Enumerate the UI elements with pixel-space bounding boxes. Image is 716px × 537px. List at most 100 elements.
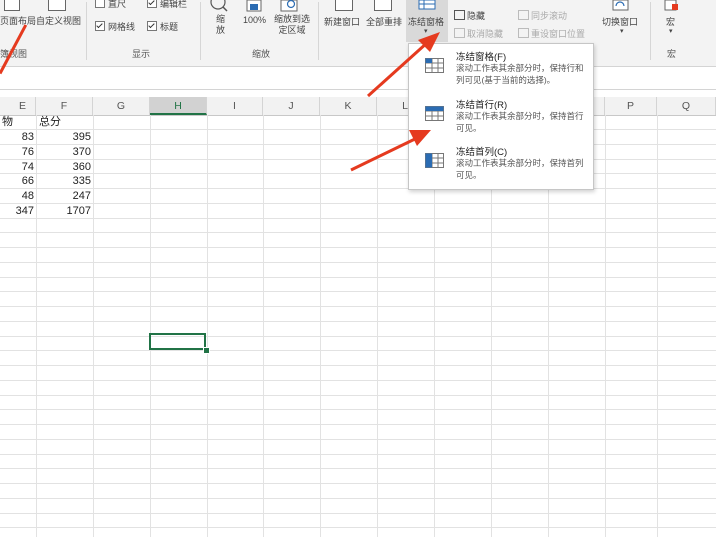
cell-f5[interactable]: 335 (36, 174, 91, 188)
column-header-i[interactable]: I (207, 97, 263, 115)
row-gridline (0, 380, 716, 381)
row-gridline (0, 454, 716, 455)
arrange-all-button[interactable]: 全部重排 (366, 15, 402, 28)
headings-label: 标题 (160, 22, 179, 32)
row-gridline (0, 409, 716, 410)
formula-bar-label: 编辑栏 (160, 0, 188, 9)
row-gridline (0, 232, 716, 233)
row-gridline (0, 188, 716, 189)
cell-e2[interactable]: 83 (0, 130, 34, 144)
hide-icon (454, 10, 465, 20)
sync-scroll-icon (518, 10, 529, 20)
row-gridline (0, 262, 716, 263)
cell-e4[interactable]: 74 (0, 160, 34, 174)
column-gridline (320, 115, 321, 537)
zoom-to-selection-button[interactable]: 缩放到选定区域 (272, 14, 312, 36)
row-gridline (0, 247, 716, 248)
hide-button[interactable]: 隐藏 (454, 9, 485, 22)
annotation-arrow (350, 130, 431, 172)
cell-e5[interactable]: 66 (0, 174, 34, 188)
column-gridline (657, 115, 658, 537)
row-gridline (0, 365, 716, 366)
sync-scroll-label: 同步滚动 (531, 11, 568, 21)
ruler-check-icon (95, 0, 105, 8)
ruler-label: 直尺 (108, 0, 127, 9)
menu-item-title: 冻结首行(R) (456, 100, 508, 111)
page-layout-button[interactable]: 页面布局 (0, 14, 36, 27)
row-gridline (0, 291, 716, 292)
headings-checkbox[interactable]: 标题 (147, 20, 178, 33)
column-gridline (377, 115, 378, 537)
zoom-selection-icon (280, 0, 298, 12)
cell-e7[interactable]: 347 (0, 204, 34, 218)
column-gridline (150, 115, 151, 537)
separator (318, 2, 319, 60)
unhide-button[interactable]: 取消隐藏 (454, 27, 503, 40)
cell-f4[interactable]: 360 (36, 160, 91, 174)
cell-f2[interactable]: 395 (36, 130, 91, 144)
column-header-f[interactable]: F (36, 97, 93, 115)
sync-scroll-button[interactable]: 同步滚动 (518, 9, 567, 22)
row-gridline (0, 483, 716, 484)
formula-bar-gap (0, 90, 716, 97)
show-group-title: 显示 (132, 49, 151, 59)
row-gridline (0, 424, 716, 425)
freeze-panes-icon (418, 0, 436, 10)
row-gridline (0, 203, 716, 204)
cell-e3[interactable]: 76 (0, 145, 34, 159)
row-gridline (0, 513, 716, 514)
column-header-h[interactable]: H (150, 97, 207, 115)
unhide-icon (454, 28, 465, 38)
cell-e1[interactable]: 物 (2, 115, 13, 129)
page-layout-icon (4, 0, 20, 11)
freeze-top-row-icon (425, 106, 444, 121)
column-header-g[interactable]: G (93, 97, 150, 115)
arrange-all-icon (374, 0, 392, 11)
menu-item-title: 冻结首列(C) (456, 147, 508, 158)
menu-item-desc: 滚动工作表其余部分时，保持首行可见。 (456, 111, 584, 133)
menu-item-desc: 滚动工作表其余部分时，保持行和列可见(基于当前的选择)。 (456, 63, 584, 85)
row-gridline (0, 395, 716, 396)
chevron-down-icon: ▾ (669, 28, 673, 35)
separator (200, 2, 201, 60)
reset-window-icon (518, 28, 529, 38)
headings-check-icon (147, 21, 157, 31)
row-gridline (0, 218, 716, 219)
cell-f1[interactable]: 总分 (39, 115, 61, 129)
formula-bar[interactable] (0, 67, 716, 90)
menu-item-title: 冻结窗格(F) (456, 52, 507, 63)
menu-item-freeze-first-column[interactable]: 冻结首列(C) 滚动工作表其余部分时，保持首列可见。 (409, 142, 593, 188)
cell-f3[interactable]: 370 (36, 145, 91, 159)
annotation-arrow (366, 32, 440, 98)
gridlines-checkbox[interactable]: 网格线 (95, 20, 135, 33)
column-header-q[interactable]: Q (657, 97, 716, 115)
cell-f6[interactable]: 247 (36, 189, 91, 203)
fill-handle[interactable] (203, 347, 210, 354)
ribbon: 页面布局 自定义视图 簿视图 直尺 编辑栏 网格线 标题 显示 缩放 100% … (0, 0, 716, 67)
cell-e6[interactable]: 48 (0, 189, 34, 203)
formula-bar-check-icon (147, 0, 157, 8)
column-header-p[interactable]: P (605, 97, 657, 115)
selected-cell[interactable] (149, 333, 206, 350)
zoom-100-icon (246, 0, 262, 12)
new-window-button[interactable]: 新建窗口 (324, 15, 360, 28)
gridlines-label: 网格线 (108, 22, 136, 32)
column-header-e[interactable]: E (0, 97, 36, 115)
column-header-j[interactable]: J (263, 97, 320, 115)
column-gridline (605, 115, 606, 537)
menu-item-desc: 滚动工作表其余部分时，保持首列可见。 (456, 158, 584, 180)
custom-view-icon (48, 0, 66, 11)
cell-f7[interactable]: 1707 (36, 204, 91, 218)
zoom-group-title: 缩放 (252, 49, 271, 59)
unhide-label: 取消隐藏 (467, 29, 504, 39)
row-gridline (0, 336, 716, 337)
gridlines-check-icon (95, 21, 105, 31)
zoom-button[interactable]: 缩放 (216, 14, 228, 36)
reset-window-button[interactable]: 重设窗口位置 (518, 27, 585, 40)
ruler-checkbox[interactable]: 直尺 (95, 0, 126, 10)
custom-view-button[interactable]: 自定义视图 (36, 14, 81, 27)
switch-window-icon (612, 0, 629, 11)
formula-bar-checkbox[interactable]: 编辑栏 (147, 0, 187, 10)
zoom-icon (210, 0, 228, 12)
zoom-100-button[interactable]: 100% (243, 15, 266, 25)
